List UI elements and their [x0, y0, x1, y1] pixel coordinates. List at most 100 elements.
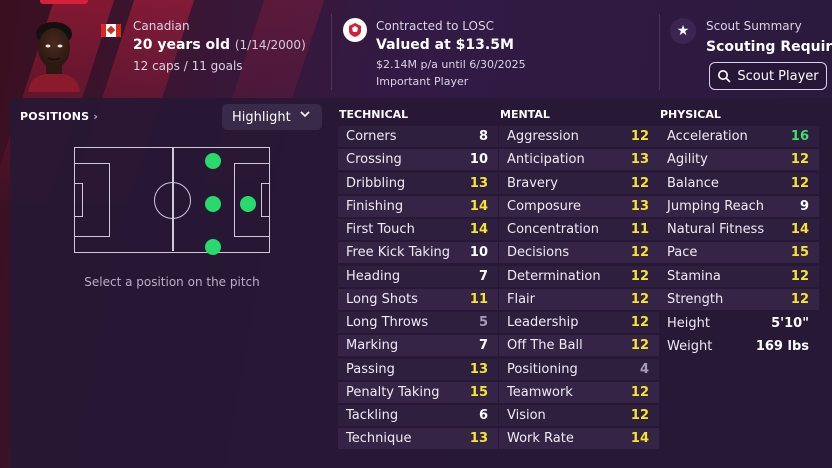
attribute-name: Dribbling	[346, 175, 406, 191]
highlight-dropdown[interactable]: Highlight	[222, 104, 322, 130]
physical-list: Acceleration 16 Agility 12 Balance 12 Jumpi…	[659, 126, 819, 357]
divider	[659, 14, 660, 90]
age-text: 20 years old	[133, 37, 230, 53]
attribute-row[interactable]: Technique 13	[338, 428, 498, 450]
attribute-value: 8	[478, 129, 488, 144]
attribute-row[interactable]: First Touch 14	[338, 219, 498, 240]
attribute-row[interactable]: Marking 7	[338, 335, 498, 357]
attribute-row[interactable]: Long Throws 5	[338, 312, 498, 333]
scout-player-button[interactable]: Scout Player	[709, 62, 827, 90]
attribute-row[interactable]: Dribbling 13	[338, 172, 498, 194]
attribute-value: 12	[630, 408, 649, 423]
attribute-value: 12	[790, 152, 809, 168]
chevron-right-icon: ›	[93, 110, 99, 123]
attribute-name: Leadership	[507, 315, 579, 330]
attribute-value: 12	[790, 175, 809, 191]
attribute-row[interactable]: Off The Ball 12	[499, 335, 659, 357]
attribute-row[interactable]: Stamina 12	[659, 265, 819, 287]
attribute-row[interactable]: Passing 13	[338, 358, 498, 380]
attribute-value: 14	[630, 431, 649, 447]
attribute-name: Positioning	[507, 361, 578, 377]
mental-column: MENTAL Aggression 12 Anticipation 13 Brave…	[499, 108, 659, 452]
position-dot-st[interactable]	[240, 196, 256, 212]
attribute-row[interactable]: Balance 12	[659, 172, 819, 194]
weight-value: 169 lbs	[755, 339, 809, 354]
technical-column: TECHNICAL Corners 8 Crossing 10 Dribbling 1…	[338, 108, 498, 452]
attribute-row[interactable]: Crossing 10	[338, 149, 498, 171]
attribute-name: Aggression	[507, 129, 579, 144]
attribute-row[interactable]: Tackling 6	[338, 405, 498, 426]
attribute-row[interactable]: Decisions 12	[499, 242, 659, 264]
attribute-value: 15	[790, 245, 809, 261]
attribute-value: 11	[630, 222, 649, 237]
attribute-value: 7	[478, 338, 488, 354]
chevron-down-icon	[300, 109, 310, 122]
position-dot-am-l[interactable]	[205, 153, 221, 169]
attribute-row[interactable]: Aggression 12	[499, 126, 659, 147]
attribute-row[interactable]: Strength 12	[659, 288, 819, 310]
weight-row: Weight 169 lbs	[659, 336, 819, 357]
positions-link[interactable]: POSITIONS ›	[20, 110, 98, 123]
attribute-value: 5	[478, 315, 488, 330]
attribute-row[interactable]: Acceleration 16	[659, 126, 819, 147]
pitch-caption: Select a position on the pitch	[84, 275, 260, 289]
wage-contract: $2.14M p/a until 6/30/2025	[376, 58, 526, 71]
player-value: Valued at $13.5M	[376, 37, 514, 53]
attribute-row[interactable]: Free Kick Taking 10	[338, 242, 498, 264]
attribute-value: 13	[469, 361, 488, 377]
attribute-value: 14	[469, 198, 488, 214]
attribute-name: Agility	[667, 152, 708, 168]
attribute-value: 13	[469, 175, 488, 191]
attribute-value: 12	[630, 245, 649, 261]
attribute-row[interactable]: Corners 8	[338, 126, 498, 147]
attribute-row[interactable]: Leadership 12	[499, 312, 659, 333]
mental-title: MENTAL	[500, 108, 550, 121]
attribute-name: Concentration	[507, 222, 599, 237]
star-icon: ★	[670, 18, 696, 44]
technical-title: TECHNICAL	[339, 108, 409, 121]
player-age: 20 years old (1/14/2000)	[133, 37, 306, 53]
position-dot-am-c[interactable]	[205, 196, 221, 212]
attribute-value: 13	[630, 198, 649, 214]
attribute-value: 13	[630, 152, 649, 168]
attribute-row[interactable]: Vision 12	[499, 405, 659, 426]
attribute-value: 9	[799, 198, 809, 214]
canada-flag-icon	[101, 24, 121, 37]
attribute-row[interactable]: Anticipation 13	[499, 149, 659, 171]
attribute-row[interactable]: Work Rate 14	[499, 428, 659, 450]
attribute-row[interactable]: Concentration 11	[499, 219, 659, 240]
attribute-name: Corners	[346, 129, 397, 144]
club-badge-icon[interactable]	[343, 18, 367, 42]
position-pitch[interactable]	[74, 147, 270, 255]
attribute-name: Acceleration	[667, 129, 748, 144]
position-dot-am-r[interactable]	[205, 239, 221, 255]
attribute-row[interactable]: Jumping Reach 9	[659, 195, 819, 217]
attribute-value: 10	[469, 245, 488, 261]
attribute-name: Balance	[667, 175, 719, 191]
attribute-row[interactable]: Finishing 14	[338, 195, 498, 217]
divider	[331, 14, 332, 90]
attribute-row[interactable]: Penalty Taking 15	[338, 381, 498, 403]
attribute-value: 10	[469, 152, 488, 168]
attribute-name: Technique	[346, 431, 412, 447]
attribute-row[interactable]: Agility 12	[659, 149, 819, 171]
attribute-row[interactable]: Teamwork 12	[499, 381, 659, 403]
scout-player-label: Scout Player	[737, 68, 819, 84]
attribute-name: Jumping Reach	[667, 198, 765, 214]
attribute-row[interactable]: Heading 7	[338, 265, 498, 287]
attribute-row[interactable]: Composure 13	[499, 195, 659, 217]
attribute-row[interactable]: Pace 15	[659, 242, 819, 264]
date-of-birth: (1/14/2000)	[234, 38, 306, 52]
attribute-name: Long Shots	[346, 291, 418, 307]
attribute-value: 15	[469, 384, 488, 400]
attribute-row[interactable]: Positioning 4	[499, 358, 659, 380]
attribute-name: Determination	[507, 268, 601, 284]
attribute-row[interactable]: Flair 12	[499, 288, 659, 310]
attribute-row[interactable]: Bravery 12	[499, 172, 659, 194]
attribute-row[interactable]: Long Shots 11	[338, 288, 498, 310]
attribute-row[interactable]: Natural Fitness 14	[659, 219, 819, 240]
attribute-value: 12	[630, 384, 649, 400]
attribute-row[interactable]: Determination 12	[499, 265, 659, 287]
attribute-value: 13	[469, 431, 488, 447]
search-icon	[718, 70, 731, 83]
